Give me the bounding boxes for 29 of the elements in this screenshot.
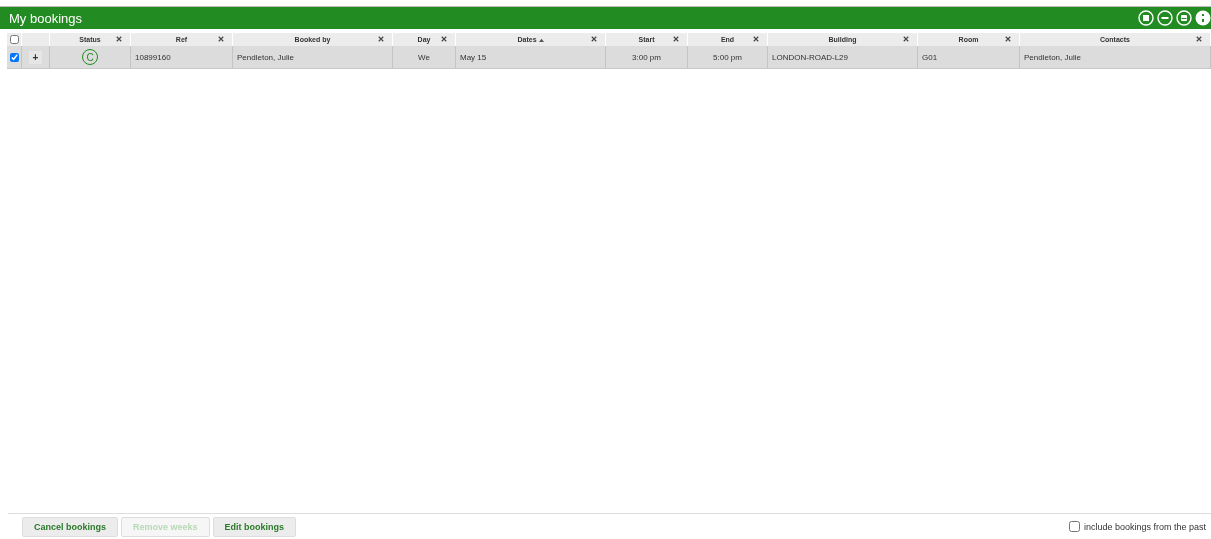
table-cell: G01 xyxy=(922,52,938,62)
table-cell: 10899160 xyxy=(135,52,171,62)
minimize-icon[interactable] xyxy=(1157,10,1173,26)
remove-column-icon[interactable] xyxy=(1196,36,1202,42)
expand-button[interactable]: + xyxy=(28,50,43,64)
action-button[interactable]: Cancel bookings xyxy=(22,516,118,537)
past-checkbox[interactable] xyxy=(1068,521,1080,532)
panel-title: My bookings xyxy=(9,10,82,26)
remove-column-icon[interactable] xyxy=(116,36,122,42)
remove-column-icon[interactable] xyxy=(591,36,597,42)
table-cell: LONDON-ROAD-L29 xyxy=(772,52,848,62)
table-cell: 3:00 pm xyxy=(632,52,661,62)
remove-column-icon[interactable] xyxy=(903,36,909,42)
select-all-checkbox[interactable] xyxy=(9,35,19,44)
table-cell: We xyxy=(418,52,430,62)
grid-icon[interactable] xyxy=(1138,10,1154,26)
remove-column-icon[interactable] xyxy=(673,36,679,42)
table-cell: Pendleton, Julie xyxy=(1024,52,1081,62)
table-cell: Pendleton, Julie xyxy=(237,52,294,62)
remove-column-icon[interactable] xyxy=(218,36,224,42)
table-cell: 5:00 pm xyxy=(713,52,742,62)
action-button[interactable]: Edit bookings xyxy=(212,516,297,537)
past-label: include bookings from the past xyxy=(1083,521,1206,532)
remove-column-icon[interactable] xyxy=(378,36,384,42)
row-checkbox[interactable] xyxy=(9,52,19,62)
remove-column-icon[interactable] xyxy=(441,36,447,42)
table-cell: May 15 xyxy=(460,52,487,62)
remove-column-icon[interactable] xyxy=(1005,36,1011,42)
remove-column-icon[interactable] xyxy=(753,36,759,42)
